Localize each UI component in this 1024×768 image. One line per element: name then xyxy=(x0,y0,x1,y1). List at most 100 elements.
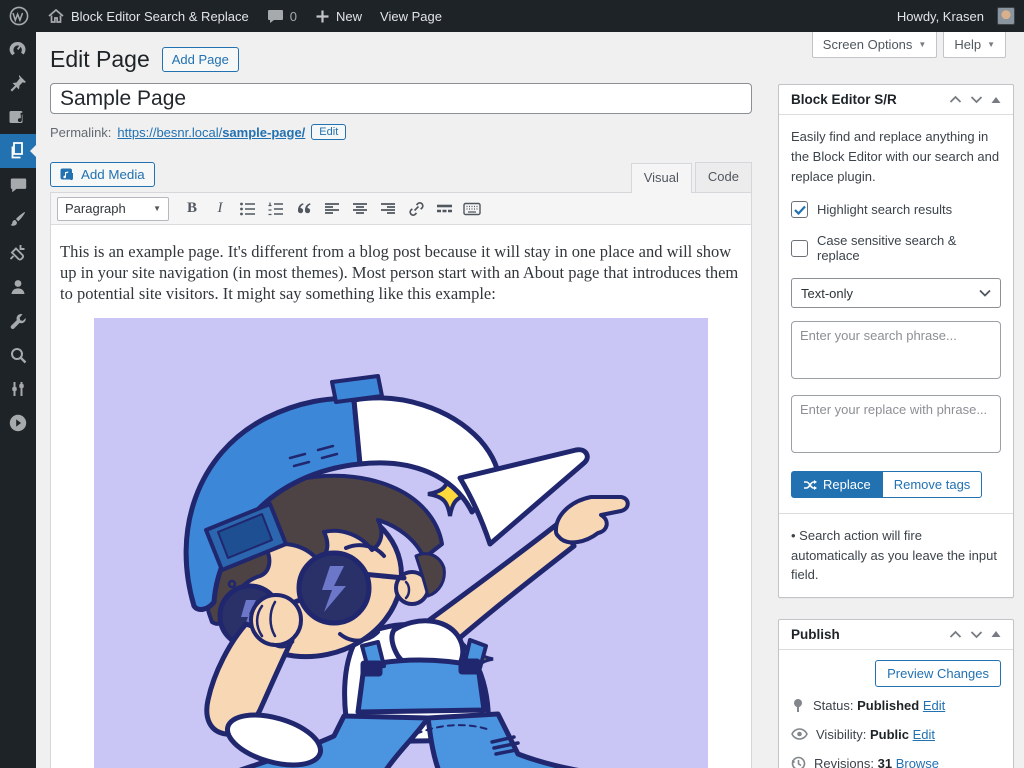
shuffle-icon xyxy=(803,479,817,491)
move-down-button[interactable] xyxy=(970,95,983,104)
collapse-toggle[interactable] xyxy=(991,96,1001,104)
paragraph-format-select[interactable]: Paragraph ▼ xyxy=(57,197,169,221)
chevron-up-icon xyxy=(949,630,962,639)
sidebar-item-users[interactable] xyxy=(0,270,36,304)
divider xyxy=(779,513,1013,514)
visibility-value: Public xyxy=(870,727,909,742)
add-media-label: Add Media xyxy=(81,167,145,182)
pages-icon xyxy=(8,141,28,161)
replace-phrase-textarea[interactable] xyxy=(791,395,1001,453)
wordpress-logo-menu[interactable] xyxy=(0,0,38,32)
revisions-clock-icon xyxy=(791,756,806,768)
wordpress-logo-icon xyxy=(9,6,29,26)
sidebar-item-dashboard[interactable] xyxy=(0,32,36,66)
visibility-label: Visibility: xyxy=(816,727,866,742)
move-down-button[interactable] xyxy=(970,630,983,639)
sr-metabox-title: Block Editor S/R xyxy=(791,92,897,107)
highlight-checkbox[interactable] xyxy=(791,201,808,218)
sidebar-item-pages[interactable] xyxy=(0,134,36,168)
sidebar-item-settings[interactable] xyxy=(0,372,36,406)
keyboard-icon xyxy=(463,202,481,216)
site-name: Block Editor Search & Replace xyxy=(71,9,249,24)
sidebar-item-comments[interactable] xyxy=(0,168,36,202)
link-button[interactable] xyxy=(403,197,429,221)
blockquote-button[interactable] xyxy=(291,197,317,221)
editor-tabs: Visual Code xyxy=(631,162,752,192)
sidebar-item-posts[interactable] xyxy=(0,66,36,100)
sidebar-item-collapse[interactable] xyxy=(0,406,36,440)
highlight-label: Highlight search results xyxy=(817,202,952,217)
status-row: Status: Published Edit xyxy=(779,691,1013,720)
account-menu[interactable]: Howdy, Krasen xyxy=(888,0,1024,32)
case-checkbox[interactable] xyxy=(791,240,808,257)
add-media-button[interactable]: Add Media xyxy=(50,162,155,187)
settings-sliders-icon xyxy=(9,380,27,398)
view-page-label: View Page xyxy=(380,9,442,24)
content-image-dabbing-boy[interactable] xyxy=(94,318,708,768)
sidebar-item-appearance[interactable] xyxy=(0,202,36,236)
help-label: Help xyxy=(954,37,981,52)
new-menu[interactable]: New xyxy=(306,0,371,32)
move-up-button[interactable] xyxy=(949,630,962,639)
media-icon xyxy=(60,168,75,182)
sidebar-item-search[interactable] xyxy=(0,338,36,372)
bullet-list-button[interactable] xyxy=(235,197,261,221)
search-icon xyxy=(9,346,28,365)
tab-code[interactable]: Code xyxy=(695,162,752,192)
align-left-icon xyxy=(324,202,340,216)
screen-options-label: Screen Options xyxy=(823,37,913,52)
align-center-icon xyxy=(352,202,368,216)
add-page-button[interactable]: Add Page xyxy=(162,47,239,72)
post-title-input[interactable] xyxy=(50,83,752,114)
users-icon xyxy=(9,278,27,296)
link-icon xyxy=(408,201,425,217)
view-page-menu[interactable]: View Page xyxy=(371,0,451,32)
tab-visual[interactable]: Visual xyxy=(631,163,692,193)
sidebar-item-tools[interactable] xyxy=(0,304,36,338)
screen-meta: Screen Options ▼ Help ▼ xyxy=(812,32,1006,58)
preview-changes-button[interactable]: Preview Changes xyxy=(875,660,1001,687)
collapse-circle-icon xyxy=(8,413,28,433)
revisions-row: Revisions: 31 Browse xyxy=(779,749,1013,768)
help-tab[interactable]: Help ▼ xyxy=(943,32,1006,58)
case-label: Case sensitive search & replace xyxy=(817,233,1001,263)
highlight-checkbox-row[interactable]: Highlight search results xyxy=(791,201,1001,218)
comments-menu[interactable]: 0 xyxy=(258,0,306,32)
editor-content[interactable]: This is an example page. It's different … xyxy=(51,225,751,768)
sidebar-item-plugins[interactable] xyxy=(0,236,36,270)
sidebar-item-media[interactable] xyxy=(0,100,36,134)
avatar xyxy=(997,7,1015,25)
numbered-list-button[interactable] xyxy=(263,197,289,221)
edit-permalink-button[interactable]: Edit xyxy=(311,124,346,140)
search-phrase-textarea[interactable] xyxy=(791,321,1001,379)
replace-button[interactable]: Replace xyxy=(791,471,883,498)
permalink-link[interactable]: https://besnr.local/sample-page/ xyxy=(117,125,305,140)
page-title: Edit Page xyxy=(50,45,150,75)
read-more-button[interactable] xyxy=(431,197,457,221)
browse-revisions-link[interactable]: Browse xyxy=(896,756,939,768)
format-value: Paragraph xyxy=(65,201,126,216)
triangle-up-icon xyxy=(991,630,1001,638)
chevron-down-icon: ▼ xyxy=(918,40,926,49)
status-pin-icon xyxy=(791,698,805,713)
home-icon xyxy=(47,7,65,25)
screen-options-tab[interactable]: Screen Options ▼ xyxy=(812,32,938,58)
align-left-button[interactable] xyxy=(319,197,345,221)
bold-button[interactable]: B xyxy=(179,197,205,221)
mode-select[interactable]: Text-only xyxy=(791,278,1001,308)
align-right-button[interactable] xyxy=(375,197,401,221)
toolbar-toggle-button[interactable] xyxy=(459,197,485,221)
right-column: Block Editor S/R Easily find and replace… xyxy=(778,84,1014,768)
chevron-down-icon xyxy=(970,95,983,104)
collapse-toggle[interactable] xyxy=(991,630,1001,638)
edit-status-link[interactable]: Edit xyxy=(923,698,945,713)
permalink: Permalink: https://besnr.local/sample-pa… xyxy=(50,124,346,140)
numbered-list-icon xyxy=(267,201,285,217)
remove-tags-button[interactable]: Remove tags xyxy=(883,471,983,498)
case-checkbox-row[interactable]: Case sensitive search & replace xyxy=(791,233,1001,263)
edit-visibility-link[interactable]: Edit xyxy=(913,727,935,742)
move-up-button[interactable] xyxy=(949,95,962,104)
italic-button[interactable]: I xyxy=(207,197,233,221)
site-name-menu[interactable]: Block Editor Search & Replace xyxy=(38,0,258,32)
align-center-button[interactable] xyxy=(347,197,373,221)
